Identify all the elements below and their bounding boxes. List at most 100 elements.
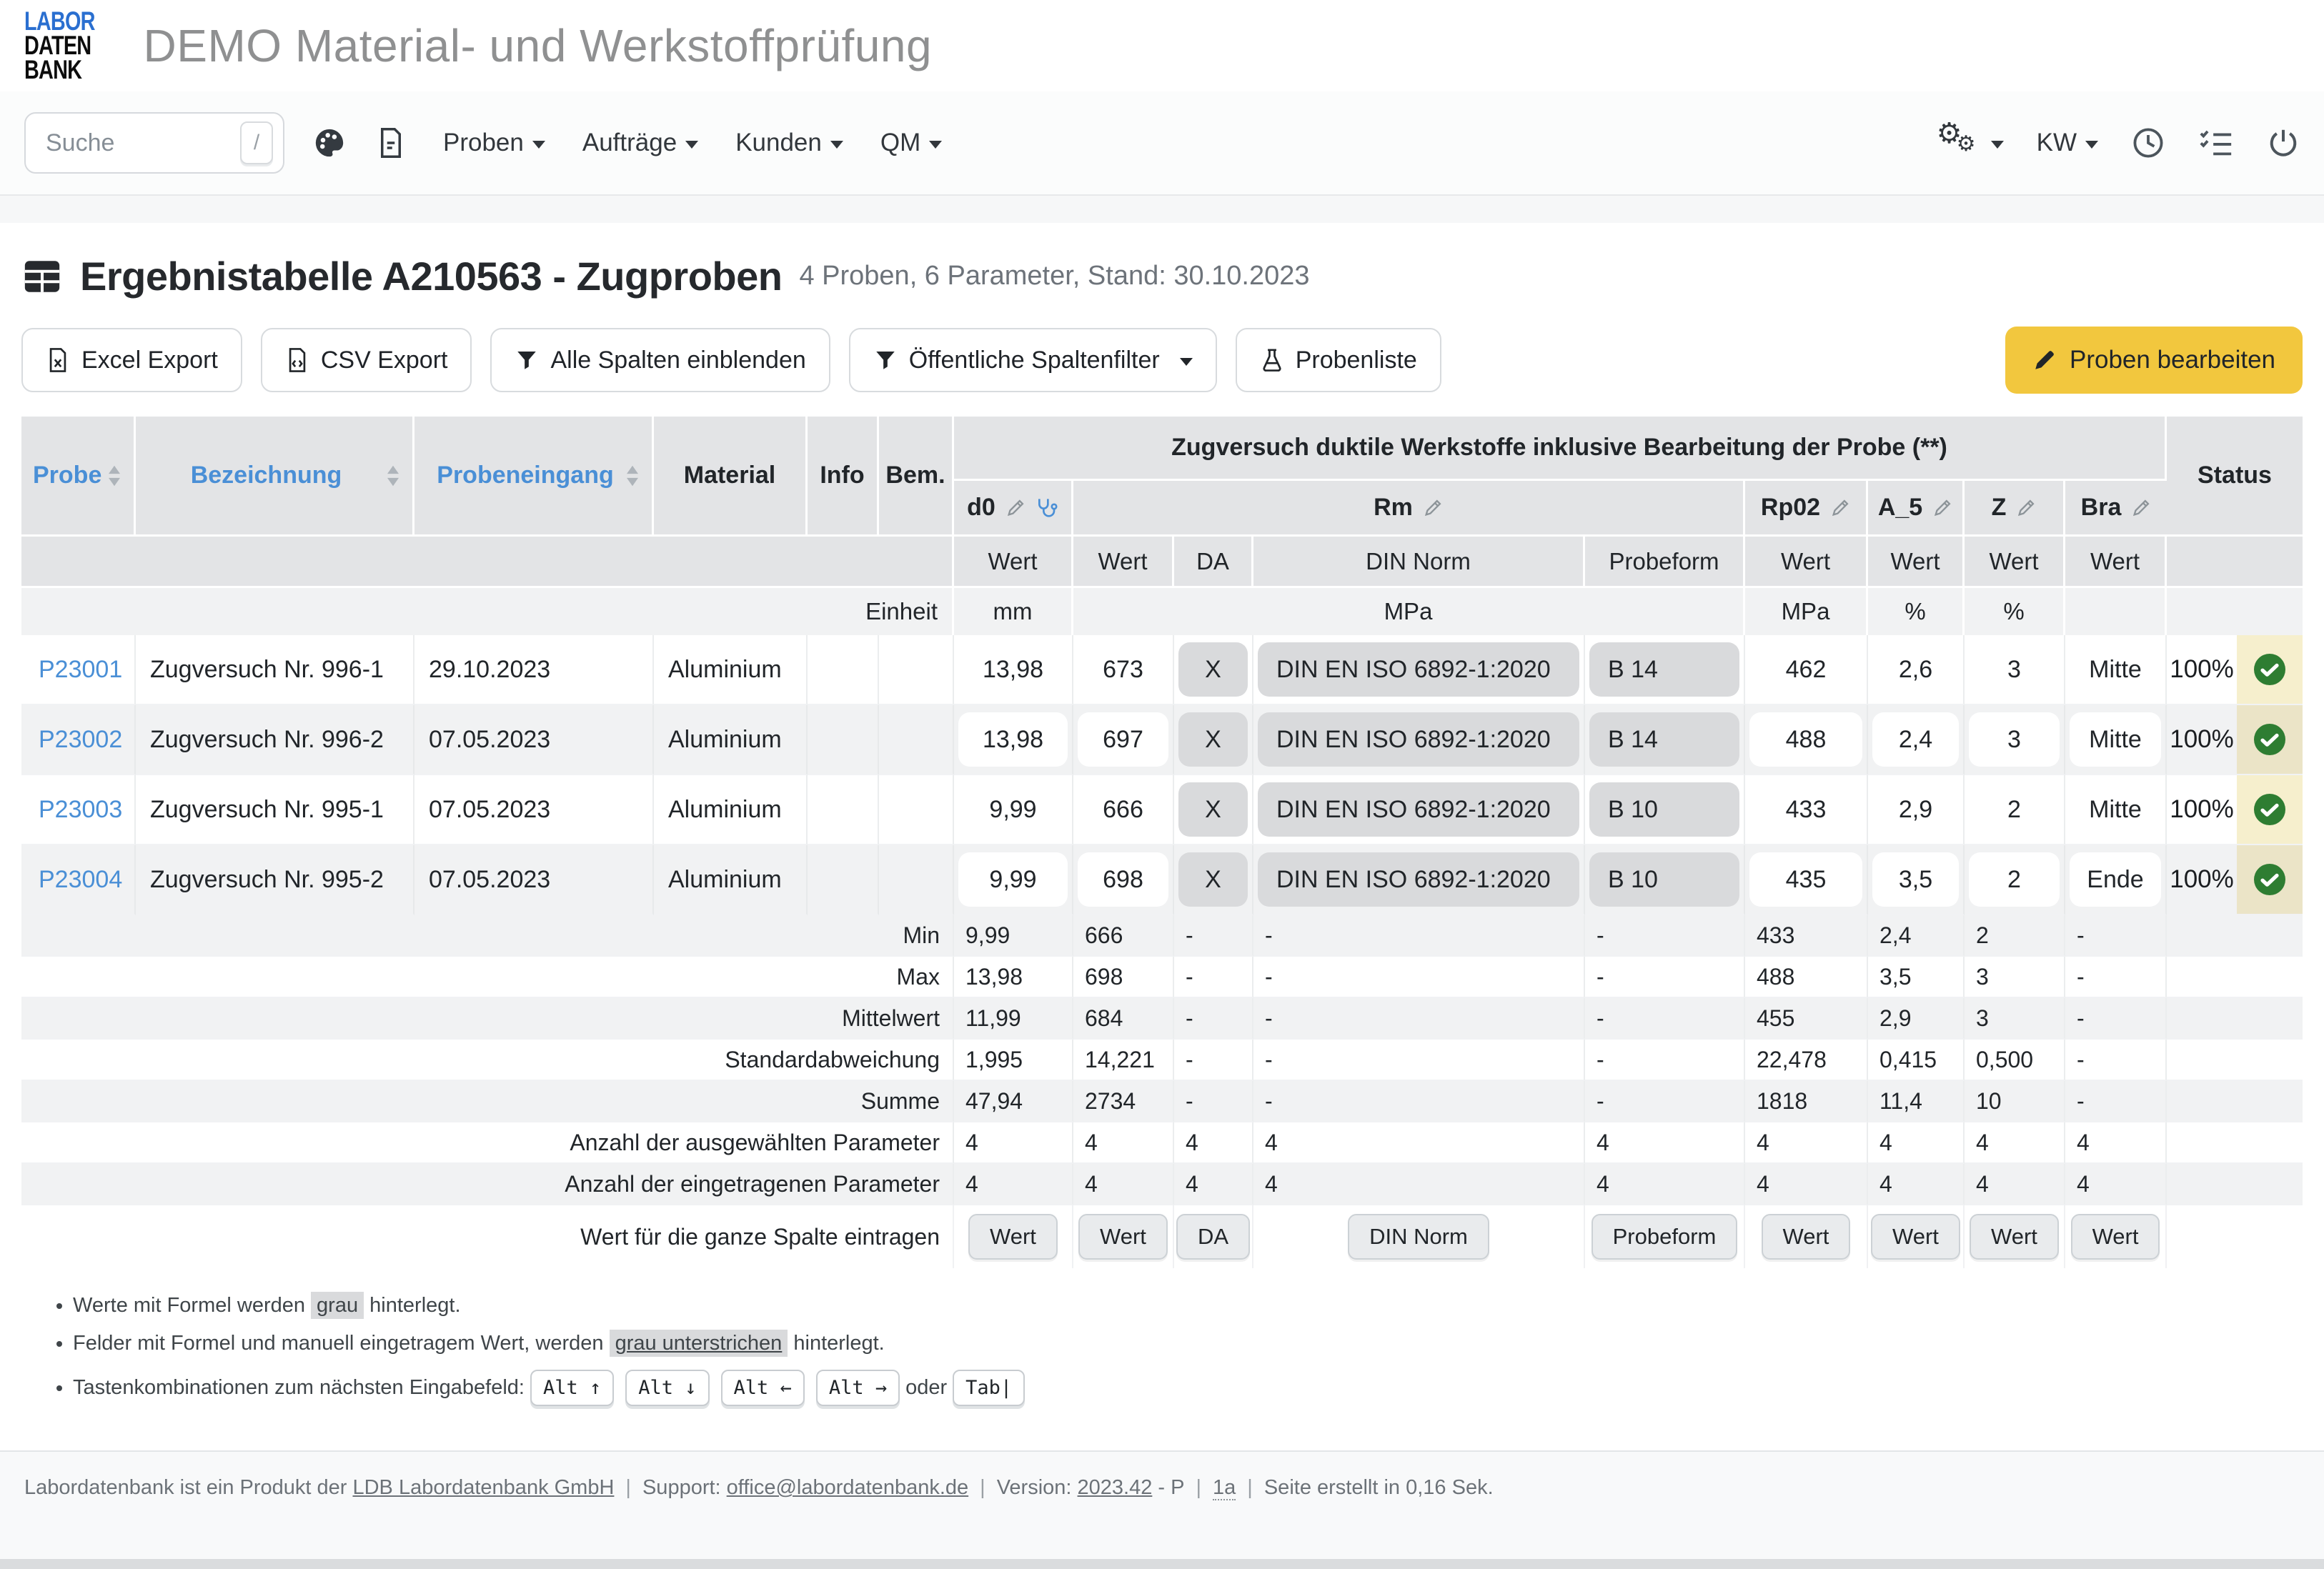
col-header-bezeichnung[interactable]: Bezeichnung (136, 417, 414, 537)
edit-samples-button[interactable]: Proben bearbeiten (2005, 327, 2303, 394)
clock-icon[interactable] (2131, 126, 2165, 160)
cell-rm: 698 (1073, 845, 1174, 915)
formula-field-da[interactable]: X (1178, 642, 1248, 697)
sample-link[interactable]: P23002 (39, 726, 122, 753)
sample-link[interactable]: P23001 (39, 656, 122, 683)
value-input-rm[interactable]: 698 (1078, 852, 1168, 907)
formula-field-da[interactable]: X (1178, 852, 1248, 907)
fill-column-da-button[interactable]: DA (1176, 1214, 1250, 1260)
fill-column-d0-button[interactable]: Wert (968, 1214, 1058, 1260)
stethoscope-icon[interactable] (1036, 497, 1058, 519)
document-icon[interactable] (376, 126, 406, 159)
version-link[interactable]: 2023.42 (1078, 1476, 1153, 1499)
fill-column-bra-button[interactable]: Wert (2071, 1214, 2160, 1260)
fill-column-z-button[interactable]: Wert (1970, 1214, 2059, 1260)
pencil-icon[interactable] (1005, 498, 1026, 518)
stat-rp02: 1818 (1745, 1081, 1868, 1122)
pencil-icon[interactable] (1932, 498, 1952, 518)
fill-column-a5-button[interactable]: Wert (1871, 1214, 1960, 1260)
stat-d0: 13,98 (954, 957, 1073, 998)
value-input-rm[interactable]: 697 (1078, 712, 1168, 767)
param-header-d0: d0 (954, 481, 1073, 537)
palette-icon[interactable] (313, 126, 346, 159)
fill-column-probeform-button[interactable]: Probeform (1591, 1214, 1738, 1260)
public-column-filter-button[interactable]: Öffentliche Spaltenfilter (849, 328, 1217, 392)
labordatenbank-logo[interactable]: LABOR DATEN BANK (24, 9, 95, 82)
power-icon[interactable] (2267, 126, 2300, 159)
render-time: Seite erstellt in 0,16 Sek. (1264, 1476, 1494, 1499)
fill-column-din-button[interactable]: DIN Norm (1348, 1214, 1489, 1260)
pencil-icon[interactable] (2016, 498, 2036, 518)
menu-qm[interactable]: QM (880, 129, 942, 157)
kw-menu[interactable]: KW (2037, 129, 2098, 157)
pencil-icon[interactable] (2131, 498, 2151, 518)
cell-da: X (1174, 845, 1253, 915)
excel-export-button[interactable]: Excel Export (21, 328, 242, 392)
value-input-bra[interactable]: Mitte (2070, 642, 2161, 697)
formula-field-probeform[interactable]: B 14 (1589, 712, 1739, 767)
menu-kunden[interactable]: Kunden (735, 129, 843, 157)
formula-field-probeform[interactable]: B 10 (1589, 852, 1739, 907)
value-input-a5[interactable]: 2,9 (1872, 782, 1959, 837)
stats-row: Max13,98698---4883,53- (21, 957, 2303, 998)
value-input-rm[interactable]: 673 (1078, 642, 1168, 697)
formula-field-probeform[interactable]: B 10 (1589, 782, 1739, 837)
fill-column-rm-button[interactable]: Wert (1078, 1214, 1168, 1260)
sort-icon (106, 464, 122, 487)
value-input-bra[interactable]: Mitte (2070, 712, 2161, 767)
formula-field-da[interactable]: X (1178, 712, 1248, 767)
formula-field-din[interactable]: DIN EN ISO 6892-1:2020 (1258, 642, 1579, 697)
sample-link[interactable]: P23004 (39, 866, 122, 893)
page-id-link[interactable]: 1a (1213, 1476, 1236, 1500)
company-link[interactable]: LDB Labordatenbank GmbH (352, 1476, 614, 1499)
stat-rm: 2734 (1073, 1081, 1174, 1122)
formula-field-din[interactable]: DIN EN ISO 6892-1:2020 (1258, 852, 1579, 907)
stat-a5: 2,4 (1868, 915, 1965, 957)
page-subtitle: 4 Proben, 6 Parameter, Stand: 30.10.2023 (799, 261, 1309, 292)
value-input-a5[interactable]: 2,6 (1872, 642, 1959, 697)
formula-field-din[interactable]: DIN EN ISO 6892-1:2020 (1258, 712, 1579, 767)
col-header-probe[interactable]: Probe (21, 417, 136, 537)
logo-line-3: BANK (24, 58, 95, 82)
support-email-link[interactable]: office@labordatenbank.de (727, 1476, 968, 1499)
csv-export-button[interactable]: CSV Export (261, 328, 472, 392)
value-input-d0[interactable]: 13,98 (958, 712, 1068, 767)
value-input-a5[interactable]: 3,5 (1872, 852, 1959, 907)
value-input-d0[interactable]: 9,99 (958, 782, 1068, 837)
value-input-d0[interactable]: 13,98 (958, 642, 1068, 697)
show-all-columns-button[interactable]: Alle Spalten einblenden (490, 328, 830, 392)
value-input-z[interactable]: 3 (1969, 642, 2060, 697)
fill-column-rp02-button[interactable]: Wert (1762, 1214, 1851, 1260)
value-input-rp02[interactable]: 462 (1749, 642, 1862, 697)
value-input-d0[interactable]: 9,99 (958, 852, 1068, 907)
probenliste-button[interactable]: Probenliste (1236, 328, 1441, 392)
bezeichnung-cell: Zugversuch Nr. 995-2 (136, 845, 414, 915)
value-input-a5[interactable]: 2,4 (1872, 712, 1959, 767)
cell-din: DIN EN ISO 6892-1:2020 (1253, 775, 1585, 845)
formula-field-probeform[interactable]: B 14 (1589, 642, 1739, 697)
value-input-bra[interactable]: Ende (2070, 852, 2161, 907)
stat-status-spacer (2167, 998, 2303, 1040)
checklist-icon[interactable] (2198, 127, 2234, 159)
kbd-alt-arrow: Alt → (816, 1370, 900, 1406)
toolbar: Excel Export CSV Export Alle Spalten ein… (21, 327, 2303, 394)
formula-field-din[interactable]: DIN EN ISO 6892-1:2020 (1258, 782, 1579, 837)
menu-auftraege[interactable]: Aufträge (582, 129, 698, 157)
settings-menu[interactable]: ⚙⚙ (1937, 123, 2004, 163)
value-input-rp02[interactable]: 435 (1749, 852, 1862, 907)
value-input-rp02[interactable]: 433 (1749, 782, 1862, 837)
value-input-z[interactable]: 2 (1969, 852, 2060, 907)
pencil-icon[interactable] (1830, 498, 1850, 518)
probe-cell: P23002 (21, 705, 136, 775)
value-input-z[interactable]: 3 (1969, 712, 2060, 767)
menu-proben[interactable]: Proben (443, 129, 545, 157)
value-input-bra[interactable]: Mitte (2070, 782, 2161, 837)
sample-link[interactable]: P23003 (39, 796, 122, 823)
col-header-probeneingang[interactable]: Probeneingang (414, 417, 654, 537)
pencil-icon[interactable] (1423, 498, 1443, 518)
value-input-rm[interactable]: 666 (1078, 782, 1168, 837)
value-input-z[interactable]: 2 (1969, 782, 2060, 837)
formula-field-da[interactable]: X (1178, 782, 1248, 837)
value-input-rp02[interactable]: 488 (1749, 712, 1862, 767)
stat-din: 4 (1253, 1122, 1585, 1164)
